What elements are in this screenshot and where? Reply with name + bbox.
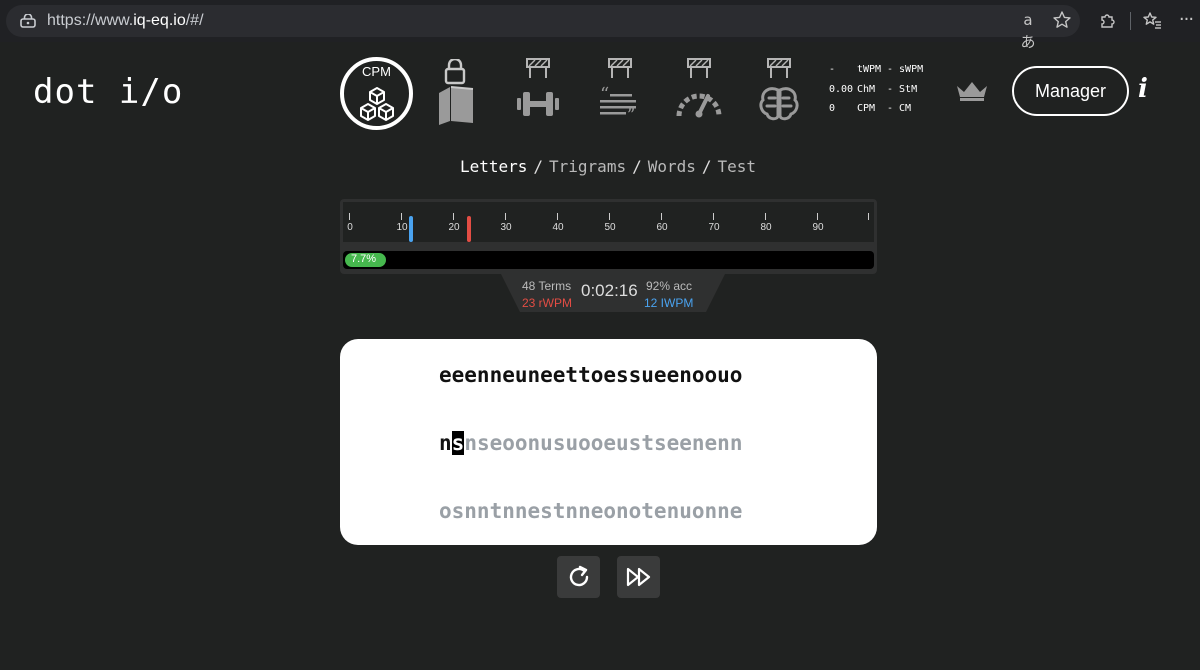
url-text[interactable]: https://www.iq-eq.io/#/ [47, 12, 204, 30]
address-bar[interactable]: https://www.iq-eq.io/#/ [6, 5, 1080, 37]
ruler-tick [609, 213, 610, 220]
fast-forward-icon [626, 567, 650, 587]
more-menu-icon[interactable]: ··· [1175, 9, 1197, 31]
ruler-tick-label: 70 [708, 222, 720, 233]
speedometer-icon[interactable] [676, 56, 722, 122]
library-icon[interactable] [434, 59, 478, 125]
ruler-tick [557, 213, 558, 220]
rwpm-value: 23 rWPM [522, 296, 573, 310]
tab-separator: / [533, 157, 544, 176]
ruler-tick [453, 213, 454, 220]
app-logo[interactable]: dot i/o [33, 72, 183, 112]
manager-button[interactable]: Manager [1012, 66, 1129, 116]
ruler-tick [505, 213, 506, 220]
browser-toolbar: https://www.iq-eq.io/#/ aあ ··· [0, 0, 1200, 51]
ruler-tick-label: 40 [552, 222, 564, 233]
info-icon[interactable]: i [1138, 74, 1148, 104]
progress-percent: 7.7% [351, 253, 377, 265]
text-lines-icon[interactable]: “” [598, 56, 642, 122]
accuracy-value: 92% acc [646, 279, 693, 293]
pending-text: nseoonusuooeustseenenn [464, 431, 743, 455]
tab-separator: / [632, 157, 642, 176]
elapsed-time: 0:02:16 [581, 281, 638, 300]
progress-bar: 7.7% [343, 251, 874, 269]
ruler-tick [401, 213, 402, 220]
mini-stats-table: - tWPM - sWPM 0.00 ChM - StM 0 CPM - CM [829, 60, 923, 119]
star-icon[interactable] [1051, 9, 1073, 31]
terms-count: 48 Terms [522, 279, 572, 293]
ruler-tick-label: 80 [760, 222, 772, 233]
ruler-tick [713, 213, 714, 220]
text-line-current: nsnseoonusuooeustseenenn [439, 431, 742, 455]
ruler-tick [661, 213, 662, 220]
tab-separator: / [701, 157, 712, 176]
dumbbell-icon[interactable] [515, 56, 561, 122]
ruler-tick [817, 213, 818, 220]
brain-icon[interactable] [757, 56, 801, 122]
site-info-icon[interactable] [20, 14, 36, 28]
translate-icon[interactable]: aあ [1017, 9, 1039, 51]
restart-icon [569, 565, 588, 587]
crown-icon[interactable] [955, 80, 989, 102]
iwpm-marker [409, 216, 414, 242]
text-cursor: s [451, 431, 465, 455]
session-stats: 48 Terms 23 rWPM 0:02:16 92% acc 12 IWPM [500, 272, 726, 312]
svg-text:”: ” [627, 105, 635, 122]
skip-button[interactable] [617, 556, 660, 598]
extensions-icon[interactable] [1097, 9, 1119, 31]
stats-row: - tWPM - sWPM [829, 64, 924, 75]
progress-panel: 0 10 20 30 40 50 60 70 80 90 7.7% [340, 199, 877, 274]
ruler-tick-label: 50 [604, 222, 616, 233]
typing-area[interactable]: eeenneuneettoessueenoouo nsnseoonusuooeu… [340, 339, 877, 545]
cpm-mode-button[interactable]: CPM [340, 57, 413, 130]
practice-mode-tabs: Letters / Trigrams / Words / Test [0, 157, 1200, 176]
ruler-tick-label: 20 [448, 222, 460, 233]
tab-letters[interactable]: Letters [460, 157, 527, 176]
toolbar-divider [1130, 12, 1131, 30]
tab-test[interactable]: Test [718, 157, 757, 176]
ruler-tick [349, 213, 350, 220]
cpm-label: CPM [362, 64, 391, 79]
cubes-icon [360, 87, 394, 121]
ruler-tick-label: 0 [347, 222, 353, 233]
ruler-tick-label: 10 [396, 222, 408, 233]
text-line-completed: eeenneuneettoessueenoouo [439, 363, 743, 387]
tab-trigrams[interactable]: Trigrams [549, 157, 626, 176]
wpm-ruler: 0 10 20 30 40 50 60 70 80 90 [343, 202, 874, 242]
ruler-tick [868, 213, 869, 220]
restart-button[interactable] [557, 556, 600, 598]
ruler-tick [765, 213, 766, 220]
favorites-icon[interactable] [1141, 9, 1163, 31]
ruler-tick-label: 30 [500, 222, 512, 233]
ruler-tick-label: 60 [656, 222, 668, 233]
tab-words[interactable]: Words [648, 157, 696, 176]
iwpm-value: 12 IWPM [644, 296, 694, 310]
rwpm-marker [466, 216, 471, 242]
ruler-tick-label: 90 [812, 222, 824, 233]
stats-row: 0.00 ChM - StM [829, 83, 918, 95]
stats-row: 0 CPM - CM [829, 103, 912, 114]
typed-text: n [439, 431, 452, 455]
text-line-upcoming: osnntnnestnneonotenuonne [439, 499, 743, 523]
